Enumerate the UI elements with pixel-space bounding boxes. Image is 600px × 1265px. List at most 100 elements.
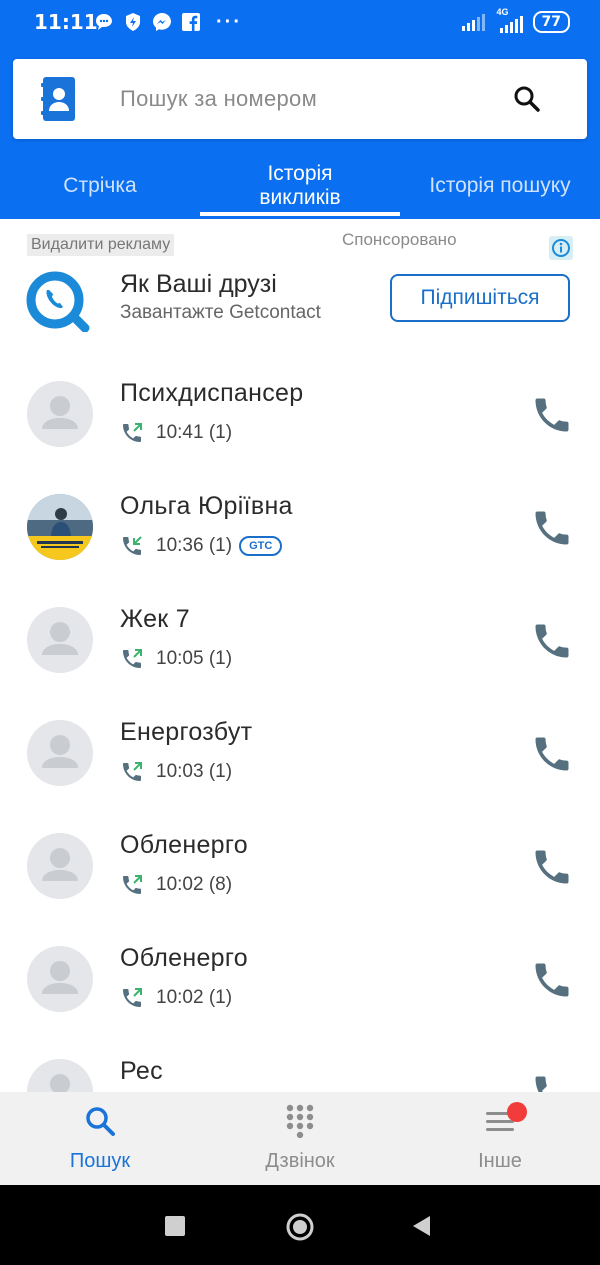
call-details: 10:02 (8): [120, 873, 232, 897]
incoming-call-icon: [123, 536, 142, 555]
call-time: 10:03: [156, 761, 204, 782]
bottom-navigation: Пошук Дзвінок Інше: [0, 1092, 600, 1185]
phone-icon[interactable]: [530, 506, 574, 550]
nav-dialer-label: Дзвінок: [265, 1150, 335, 1172]
person-placeholder-icon: [42, 396, 78, 429]
call-count: (1): [208, 987, 233, 1008]
info-icon[interactable]: [549, 236, 573, 260]
search-bar[interactable]: Пошук за номером: [13, 59, 587, 139]
call-row[interactable]: Психдиспансер 10:41 (1): [0, 379, 600, 494]
call-details: 10:02 (1): [120, 986, 232, 1010]
system-navigation-bar: [0, 1185, 600, 1265]
call-row[interactable]: Жек 7 10:05 (1): [0, 605, 600, 720]
outgoing-call-icon: [123, 875, 142, 894]
recents-button[interactable]: [165, 1216, 185, 1236]
call-row[interactable]: Ольга Юріївна 10:36 (1) GTC: [0, 492, 600, 607]
avatar: [27, 494, 93, 560]
active-tab-indicator: [200, 212, 400, 216]
call-count: (1): [208, 422, 233, 443]
notification-icons: ···: [94, 12, 242, 32]
phone-icon[interactable]: [530, 732, 574, 776]
call-details: 10:05 (1): [120, 647, 232, 671]
subscribe-button[interactable]: Підпишіться: [390, 274, 570, 322]
back-button[interactable]: [410, 1214, 432, 1238]
contact-name: Енергозбут: [120, 718, 253, 746]
person-placeholder-icon: [42, 735, 78, 768]
remove-ads-link[interactable]: Видалити рекламу: [27, 234, 175, 256]
call-details: 10:03 (1): [120, 760, 232, 784]
getcontact-logo[interactable]: [25, 270, 91, 332]
contact-name: Обленерго: [120, 944, 248, 972]
phone-icon[interactable]: [530, 845, 574, 889]
call-details: 10:41 (1): [120, 421, 232, 445]
call-time: 10:02: [156, 874, 204, 895]
tab-call-history-line1: Історія: [267, 161, 333, 185]
person-placeholder-icon: [42, 961, 78, 994]
call-count: (8): [208, 874, 233, 895]
tab-call-history-line2: викликів: [259, 185, 341, 209]
status-bar: 11:11 ··· 4G 77: [0, 0, 600, 46]
call-time: 10:41: [156, 422, 204, 443]
contact-name: Рес: [120, 1057, 163, 1085]
outgoing-call-icon: [123, 988, 142, 1007]
outgoing-call-icon: [123, 649, 142, 668]
tab-feed[interactable]: Стрічка: [0, 152, 200, 219]
phone-icon[interactable]: [530, 619, 574, 663]
contact-name: Жек 7: [120, 605, 190, 633]
battery-indicator: 77: [532, 11, 570, 33]
tab-search-history[interactable]: Історія пошуку: [400, 152, 600, 219]
call-row[interactable]: Обленерго 10:02 (1): [0, 944, 600, 1059]
avatar: [27, 833, 93, 899]
call-count: (1): [208, 535, 233, 556]
status-right: 4G 77: [461, 7, 570, 33]
avatar: [27, 946, 93, 1012]
search-input[interactable]: Пошук за номером: [120, 86, 317, 112]
avatar: [27, 720, 93, 786]
nav-dialer[interactable]: Дзвінок: [200, 1092, 400, 1185]
call-row[interactable]: Обленерго 10:02 (8): [0, 831, 600, 946]
contacts-book-icon[interactable]: [41, 77, 77, 121]
signal-icon: [461, 14, 485, 31]
call-time: 10:05: [156, 648, 204, 669]
outgoing-call-icon: [123, 423, 142, 442]
phone-icon[interactable]: [530, 393, 574, 437]
nav-search[interactable]: Пошук: [0, 1092, 200, 1185]
call-time: 10:36: [156, 535, 204, 556]
ad-title[interactable]: Як Ваші друзі: [120, 270, 277, 299]
contact-name: Ольга Юріївна: [120, 492, 293, 520]
home-button[interactable]: [285, 1212, 315, 1242]
nav-search-label: Пошук: [69, 1150, 131, 1172]
nav-more[interactable]: Інше: [400, 1092, 600, 1185]
call-details: 10:36 (1) GTC: [120, 534, 283, 558]
tab-bar: Стрічка Історія викликів Історія пошуку: [0, 152, 600, 219]
tab-search-history-label: Історія пошуку: [429, 173, 571, 197]
call-count: (1): [208, 648, 233, 669]
tab-call-history[interactable]: Історія викликів: [200, 152, 400, 219]
call-count: (1): [208, 761, 233, 782]
facebook-icon: [182, 13, 200, 31]
phone-icon[interactable]: [530, 958, 574, 1002]
call-time: 10:02: [156, 987, 204, 1008]
contact-name: Психдиспансер: [120, 379, 304, 407]
avatar: [27, 607, 93, 673]
status-time: 11:11: [34, 10, 98, 34]
person-placeholder-icon: [42, 622, 78, 655]
sponsored-label: Спонсоровано: [342, 230, 457, 249]
tab-call-history-label: Історія викликів: [259, 162, 340, 210]
messenger-icon: [153, 13, 171, 31]
avatar: [27, 381, 93, 447]
notification-badge: [507, 1102, 527, 1122]
person-placeholder-icon: [42, 848, 78, 881]
call-row[interactable]: Енергозбут 10:03 (1): [0, 718, 600, 833]
gtc-badge: GTC: [239, 536, 283, 556]
nav-more-label: Інше: [478, 1150, 522, 1172]
more-notifications-icon: ···: [216, 11, 242, 33]
ad-subtitle[interactable]: Завантажте Getcontact: [120, 302, 321, 324]
search-icon[interactable]: [511, 83, 543, 115]
shield-bolt-icon: [126, 13, 140, 31]
app-header: Пошук за номером Стрічка Історія викликі…: [0, 46, 600, 219]
contact-photo: [27, 494, 93, 560]
signal-4g-icon: 4G: [495, 7, 525, 33]
dialpad-icon: [286, 1104, 314, 1138]
chat-notification-icon: [96, 14, 112, 30]
